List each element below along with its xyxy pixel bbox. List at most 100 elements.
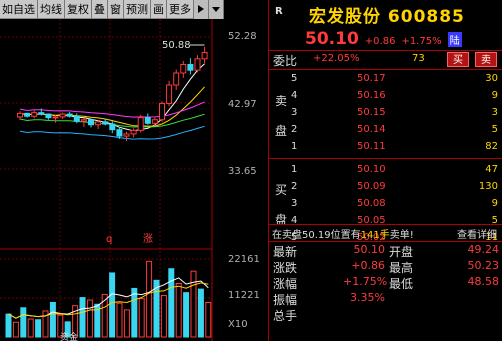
sell-volume: 3 xyxy=(491,107,498,118)
vol-unit: X10 xyxy=(228,319,248,330)
kline-chart-svg: 50.88 q 涨 资金 xyxy=(0,19,213,341)
volume-bar xyxy=(27,318,34,338)
volume-bar xyxy=(205,302,212,338)
volume-bar xyxy=(131,287,138,338)
buy-row[interactable]: 3 50.08 9 xyxy=(269,198,502,215)
r-flag: R xyxy=(275,6,283,17)
stock-title[interactable]: 宏发股份 600885 xyxy=(309,2,465,27)
alert-text: 在卖盘50.19位置有141手卖单! xyxy=(272,230,414,241)
mark-q: q xyxy=(106,234,112,245)
candle-body xyxy=(123,133,130,137)
candle-body xyxy=(102,121,109,125)
sell-price: 50.17 xyxy=(357,73,386,84)
sell-row[interactable]: 4 50.16 9 xyxy=(269,90,502,107)
sell-volume: 5 xyxy=(491,124,498,135)
y-tick-top: 52.28 xyxy=(228,31,257,42)
last-price: 50.10 xyxy=(305,29,359,49)
price-change-pct: +1.75% xyxy=(401,36,442,47)
candle-body xyxy=(59,113,66,118)
volume-bar xyxy=(197,288,204,338)
candle-body xyxy=(45,113,52,119)
volume-bar xyxy=(116,302,123,338)
volume-bar xyxy=(190,270,197,338)
view-detail-link[interactable]: 查看详细 xyxy=(457,226,497,241)
candle-body xyxy=(24,112,31,117)
toolbar-forecast[interactable]: 预测 xyxy=(124,0,151,19)
candle-body xyxy=(180,63,187,74)
sell-row[interactable]: 5 50.17 30 xyxy=(269,73,502,90)
candle-body xyxy=(31,112,38,117)
buy-volume: 130 xyxy=(478,181,498,192)
sell-row[interactable]: 3 50.15 3 xyxy=(269,107,502,124)
candle-body xyxy=(80,119,87,122)
candle-body xyxy=(144,117,151,124)
toolbar-window[interactable]: 窗 xyxy=(108,0,124,19)
buy-price: 50.09 xyxy=(357,181,386,192)
y-tick-mid: 42.97 xyxy=(228,99,257,110)
y-tick-low: 33.65 xyxy=(228,166,257,177)
sell-volume: 82 xyxy=(485,141,498,152)
sell-row[interactable]: 2 50.14 5 xyxy=(269,124,502,141)
sell-button[interactable]: 卖 xyxy=(475,52,497,67)
candle-body xyxy=(194,58,201,71)
candle-body xyxy=(201,51,208,60)
sell-price: 50.11 xyxy=(357,141,386,152)
chart-toolbar: 如自选 均线 复权 叠 窗 预测 画 更多 xyxy=(0,0,224,19)
candle-body xyxy=(187,63,194,71)
hk-connect-badge: 陆 xyxy=(447,32,462,47)
bottom-strip-label: 资金 xyxy=(60,331,78,341)
stat-row: 最新 50.10 开盘 49.24 xyxy=(273,243,499,259)
volume-bar xyxy=(5,313,12,338)
candle-body xyxy=(17,112,23,118)
stat-row: 振幅 3.35% xyxy=(273,291,385,307)
buy-volume: 47 xyxy=(485,164,498,175)
vol-tick-top: 22161 xyxy=(228,254,260,265)
volume-bar xyxy=(35,319,42,338)
divider xyxy=(269,224,502,225)
sell-price: 50.15 xyxy=(357,107,386,118)
sell-price: 50.16 xyxy=(357,90,386,101)
buy-button[interactable]: 买 xyxy=(447,52,469,67)
toolbar-ma[interactable]: 均线 xyxy=(38,0,65,19)
candle-body xyxy=(116,129,123,137)
toolbar-draw[interactable]: 画 xyxy=(151,0,167,19)
volume-bar xyxy=(138,298,145,338)
volume-bar xyxy=(79,297,86,338)
candle-body xyxy=(73,115,80,122)
toolbar-adjust[interactable]: 复权 xyxy=(65,0,92,19)
toolbar-overlay[interactable]: 叠 xyxy=(92,0,108,19)
stat-row: 涨跌 +0.86 最高 50.23 xyxy=(273,259,499,275)
order-ratio-row: 委比 +22.05% 73 买 卖 xyxy=(269,51,502,68)
volume-bar xyxy=(20,307,27,338)
buy-book: 买 盘 1 50.10 47 2 50.09 130 3 50.08 9 4 5… xyxy=(269,159,502,243)
order-ratio-label: 委比 xyxy=(273,54,298,68)
volume-bar xyxy=(183,292,190,338)
order-ratio-diff: 73 xyxy=(412,53,425,64)
buy-row[interactable]: 1 50.10 47 xyxy=(269,164,502,181)
candle-body xyxy=(88,119,94,126)
volume-bar xyxy=(123,309,130,338)
price-change: +0.86 xyxy=(364,36,396,47)
candle-body xyxy=(66,113,73,117)
buy-price: 50.08 xyxy=(357,198,386,209)
volume-bar xyxy=(12,321,19,338)
candle-body xyxy=(151,119,158,124)
sell-volume: 30 xyxy=(485,73,498,84)
kline-chart[interactable]: 50.88 q 涨 资金 xyxy=(0,19,222,341)
play-right-icon[interactable] xyxy=(194,0,209,19)
volume-bar xyxy=(160,294,167,338)
vol-tick-mid: 11221 xyxy=(228,290,260,301)
candle-body xyxy=(166,84,173,104)
quote-panel: R 宏发股份 600885 50.10 +0.86 +1.75% 陆 委比 +2… xyxy=(269,0,502,341)
toolbar-more[interactable]: 更多 xyxy=(167,0,194,19)
candle-body xyxy=(52,116,59,119)
divider xyxy=(269,241,502,242)
volume-bar xyxy=(175,283,182,338)
sell-book: 卖 盘 5 50.17 30 4 50.16 9 3 50.15 3 2 50.… xyxy=(269,70,502,156)
sell-row[interactable]: 1 50.11 82 xyxy=(269,141,502,158)
dropdown-icon[interactable] xyxy=(209,0,224,19)
volume-bar xyxy=(49,302,56,338)
buy-price: 50.10 xyxy=(357,164,386,175)
buy-row[interactable]: 2 50.09 130 xyxy=(269,181,502,198)
toolbar-add-watchlist[interactable]: 如自选 xyxy=(0,0,38,19)
